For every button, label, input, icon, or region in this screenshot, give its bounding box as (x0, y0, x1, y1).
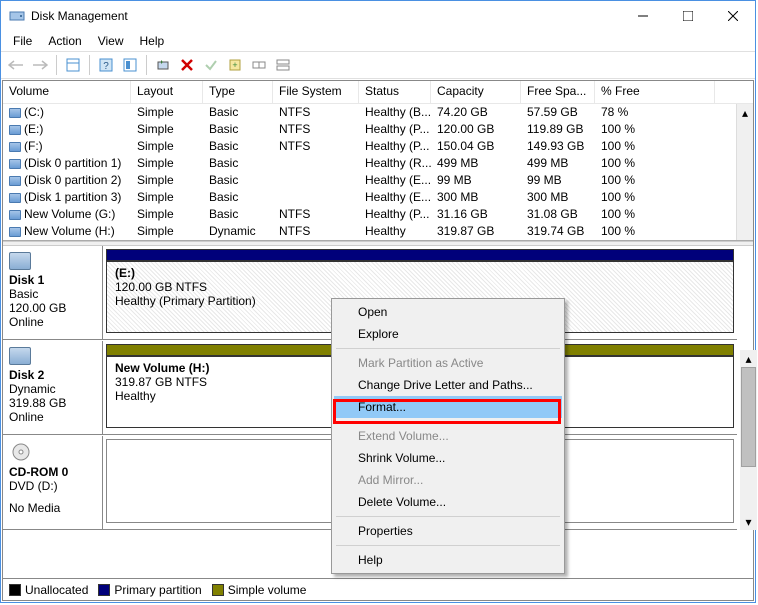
legend-unallocated: Unallocated (9, 583, 88, 597)
menu-item-shrink-volume[interactable]: Shrink Volume... (334, 447, 562, 469)
table-row[interactable]: (E:)SimpleBasicNTFSHealthy (P...120.00 G… (3, 121, 753, 138)
menu-item-add-mirror: Add Mirror... (334, 469, 562, 491)
app-icon (9, 8, 25, 24)
menu-item-delete-volume[interactable]: Delete Volume... (334, 491, 562, 513)
menu-item-open[interactable]: Open (334, 301, 562, 323)
volume-icon (9, 227, 21, 237)
toolbar-btn-3[interactable] (119, 54, 141, 76)
maximize-button[interactable] (665, 1, 710, 31)
table-header: Volume Layout Type File System Status Ca… (3, 81, 753, 104)
menu-item-format[interactable]: Format... (334, 396, 562, 418)
volume-icon (9, 125, 21, 135)
context-menu: OpenExplore Mark Partition as ActiveChang… (331, 298, 565, 574)
delete-button[interactable] (176, 54, 198, 76)
menu-item-extend-volume: Extend Volume... (334, 425, 562, 447)
disk-icon (9, 252, 31, 270)
volume-icon (9, 210, 21, 220)
volume-icon (9, 108, 21, 118)
scrollbar-thumb[interactable] (741, 367, 756, 467)
toolbar-btn-8[interactable] (248, 54, 270, 76)
col-volume[interactable]: Volume (3, 81, 131, 103)
table-rows: (C:)SimpleBasicNTFSHealthy (B...74.20 GB… (3, 104, 753, 239)
close-button[interactable] (710, 1, 755, 31)
disk-panel-scrollbar[interactable]: ▴ ▾ (740, 350, 757, 530)
menu-view[interactable]: View (90, 32, 132, 50)
menu-action[interactable]: Action (40, 32, 89, 50)
volume-icon (9, 159, 21, 169)
col-layout[interactable]: Layout (131, 81, 203, 103)
menubar: File Action View Help (1, 31, 755, 51)
col-capacity[interactable]: Capacity (431, 81, 521, 103)
svg-text:?: ? (103, 61, 109, 72)
menu-item-mark-partition-as-active: Mark Partition as Active (334, 352, 562, 374)
toolbar-btn-9[interactable] (272, 54, 294, 76)
table-row[interactable]: (Disk 0 partition 2)SimpleBasicHealthy (… (3, 172, 753, 189)
col-status[interactable]: Status (359, 81, 431, 103)
menu-separator (336, 348, 560, 349)
legend: Unallocated Primary partition Simple vol… (3, 578, 753, 600)
menu-separator (336, 545, 560, 546)
forward-button[interactable] (29, 54, 51, 76)
table-row[interactable]: (F:)SimpleBasicNTFSHealthy (P...150.04 G… (3, 138, 753, 155)
svg-text:+: + (232, 60, 237, 70)
menu-item-properties[interactable]: Properties (334, 520, 562, 542)
menu-item-change-drive-letter-and-paths[interactable]: Change Drive Letter and Paths... (334, 374, 562, 396)
scroll-up-icon[interactable]: ▴ (737, 104, 753, 121)
disk-label[interactable]: Disk 1Basic120.00 GBOnline (3, 246, 103, 339)
scroll-up-icon[interactable]: ▴ (740, 350, 757, 367)
col-pctfree[interactable]: % Free (595, 81, 715, 103)
col-freespace[interactable]: Free Spa... (521, 81, 595, 103)
volume-table: Volume Layout Type File System Status Ca… (3, 81, 753, 241)
legend-primary: Primary partition (98, 583, 201, 597)
back-button[interactable] (5, 54, 27, 76)
col-type[interactable]: Type (203, 81, 273, 103)
disk-icon (9, 347, 31, 365)
volume-icon (9, 176, 21, 186)
cdrom-icon (9, 442, 33, 462)
menu-separator (336, 421, 560, 422)
scroll-down-icon[interactable]: ▾ (740, 513, 757, 530)
toolbar-btn-1[interactable] (62, 54, 84, 76)
window-title: Disk Management (31, 9, 620, 23)
minimize-button[interactable] (620, 1, 665, 31)
col-filesystem[interactable]: File System (273, 81, 359, 103)
table-row[interactable]: (Disk 1 partition 3)SimpleBasicHealthy (… (3, 189, 753, 206)
table-row[interactable]: (Disk 0 partition 1)SimpleBasicHealthy (… (3, 155, 753, 172)
partition-header-bar (106, 249, 734, 261)
table-row[interactable]: (C:)SimpleBasicNTFSHealthy (B...74.20 GB… (3, 104, 753, 121)
titlebar[interactable]: Disk Management (1, 1, 755, 31)
menu-separator (336, 516, 560, 517)
disk-label[interactable]: CD-ROM 0DVD (D:)No Media (3, 436, 103, 529)
table-scrollbar[interactable]: ▴ (736, 104, 753, 240)
help-button[interactable]: ? (95, 54, 117, 76)
menu-file[interactable]: File (5, 32, 40, 50)
volume-icon (9, 142, 21, 152)
table-row[interactable]: New Volume (H:)SimpleDynamicNTFSHealthy3… (3, 223, 753, 239)
disk-label[interactable]: Disk 2Dynamic319.88 GBOnline (3, 341, 103, 434)
refresh-button[interactable] (152, 54, 174, 76)
toolbar: ? + (1, 51, 755, 79)
table-row[interactable]: New Volume (G:)SimpleBasicNTFSHealthy (P… (3, 206, 753, 223)
legend-simple: Simple volume (212, 583, 307, 597)
menu-item-explore[interactable]: Explore (334, 323, 562, 345)
menu-help[interactable]: Help (132, 32, 173, 50)
toolbar-btn-7[interactable]: + (224, 54, 246, 76)
menu-item-help[interactable]: Help (334, 549, 562, 571)
toolbar-btn-6[interactable] (200, 54, 222, 76)
volume-icon (9, 193, 21, 203)
